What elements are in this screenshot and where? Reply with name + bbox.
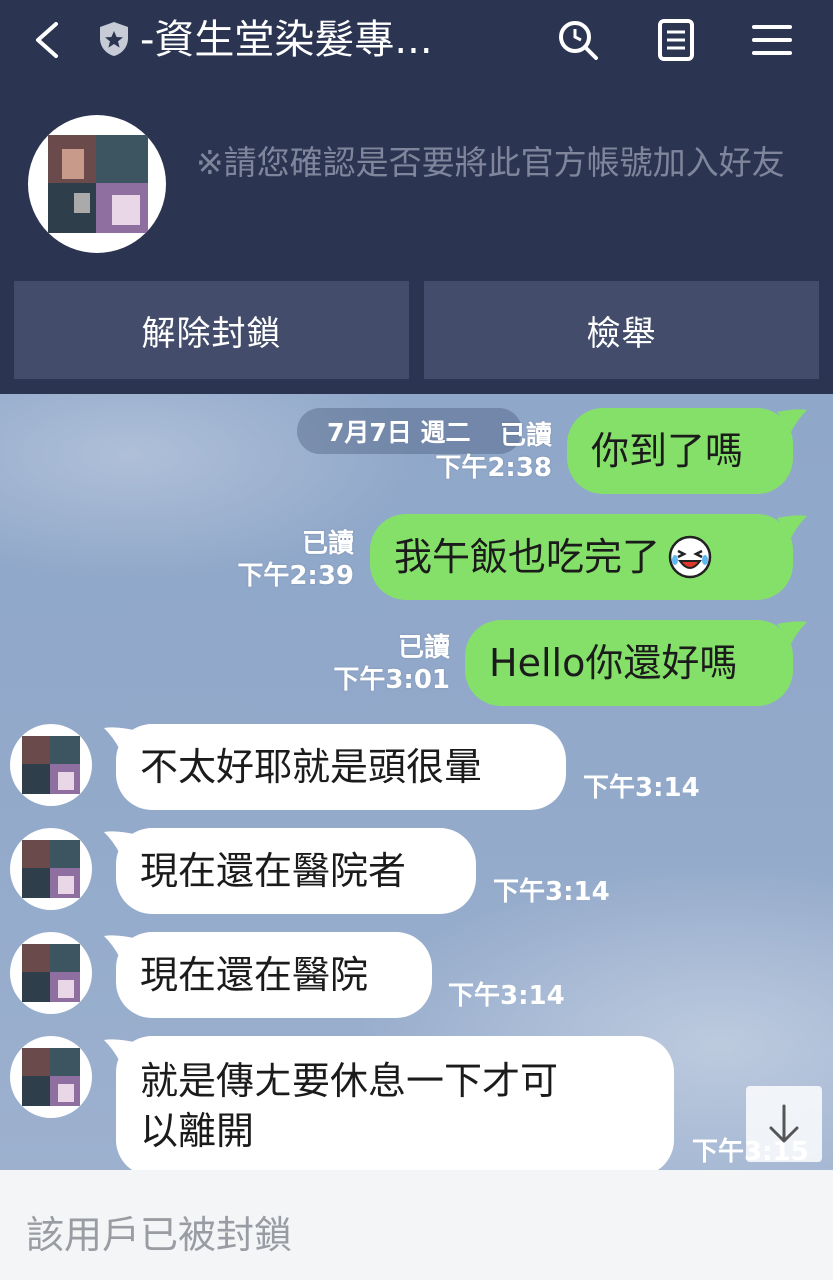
add-friend-notice: ※請您確認是否要將此官方帳號加入好友: [196, 143, 785, 182]
message-time: 下午3:14: [583, 773, 700, 803]
bubble-tail: [777, 621, 807, 644]
search-button[interactable]: [554, 16, 602, 64]
search-icon: [559, 21, 598, 60]
chat-header: -資生堂染髮專... ※請您確認是否要將此官方帳號加入好友 解除封鎖 檢舉: [0, 0, 833, 394]
chat-title[interactable]: -資生堂染髮專...: [140, 14, 530, 66]
message-text-line: 就是傳ㄤ要休息一下才可: [140, 1059, 559, 1103]
message-bubble-received[interactable]: 就是傳ㄤ要休息一下才可 以離開: [116, 1036, 674, 1170]
message-text-line: 以離開: [140, 1109, 255, 1153]
message-text: 現在還在醫院者: [140, 849, 407, 893]
message-text: 我午飯也吃完了: [394, 535, 661, 579]
message-meta: 已讀 下午2:38: [420, 420, 552, 484]
message-bubble-sent[interactable]: 你到了嗎: [567, 408, 793, 494]
bubble-tail: [777, 515, 807, 538]
profile-avatar[interactable]: [28, 115, 166, 253]
message-meta: 已讀 下午2:39: [220, 528, 354, 592]
contact-avatar[interactable]: [10, 724, 92, 806]
arrow-down-icon: [769, 1104, 799, 1143]
message-bubble-sent[interactable]: 我午飯也吃完了: [370, 514, 793, 600]
unblock-button[interactable]: 解除封鎖: [14, 281, 409, 379]
message-meta: 已讀 下午3:01: [318, 632, 450, 696]
read-receipt: 已讀: [301, 529, 354, 559]
laughing-crying-face-icon: [668, 535, 712, 579]
notes-icon: [658, 19, 694, 61]
top-bar: -資生堂染髮專...: [0, 0, 833, 80]
menu-button[interactable]: [748, 16, 796, 64]
read-receipt: 已讀: [397, 633, 450, 663]
message-text: 你到了嗎: [591, 429, 744, 473]
blocked-footer: 該用戶已被封鎖: [0, 1170, 833, 1280]
message-bubble-sent[interactable]: Hello你還好嗎: [465, 620, 793, 706]
scroll-to-bottom-button[interactable]: [746, 1086, 822, 1162]
blocked-message: 該用戶已被封鎖: [26, 1213, 293, 1257]
menu-icon: [752, 25, 792, 55]
notes-button[interactable]: [652, 16, 700, 64]
chat-area[interactable]: 7月7日 週二 已讀 下午2:38 你到了嗎 已讀 下午2:39 我午飯也吃完了…: [0, 394, 833, 1170]
message-time: 下午3:14: [493, 877, 610, 907]
message-time: 下午3:01: [333, 665, 450, 695]
contact-avatar[interactable]: [10, 932, 92, 1014]
bubble-tail: [777, 409, 807, 432]
shield-star-icon: [97, 20, 131, 58]
message-time: 下午2:38: [435, 453, 552, 483]
message-time: 下午2:39: [237, 561, 354, 591]
message-text: 現在還在醫院: [140, 953, 369, 997]
contact-avatar[interactable]: [10, 828, 92, 910]
message-text: 不太好耶就是頭很暈: [140, 745, 483, 789]
back-button[interactable]: [28, 16, 68, 64]
message-bubble-received[interactable]: 現在還在醫院者: [116, 828, 476, 914]
message-text: Hello你還好嗎: [489, 641, 738, 685]
report-button[interactable]: 檢舉: [424, 281, 819, 379]
chevron-left-icon: [36, 22, 58, 58]
message-bubble-received[interactable]: 不太好耶就是頭很暈: [116, 724, 566, 810]
contact-avatar[interactable]: [10, 1036, 92, 1118]
message-bubble-received[interactable]: 現在還在醫院: [116, 932, 432, 1018]
message-time: 下午3:14: [448, 981, 565, 1011]
read-receipt: 已讀: [499, 421, 552, 451]
